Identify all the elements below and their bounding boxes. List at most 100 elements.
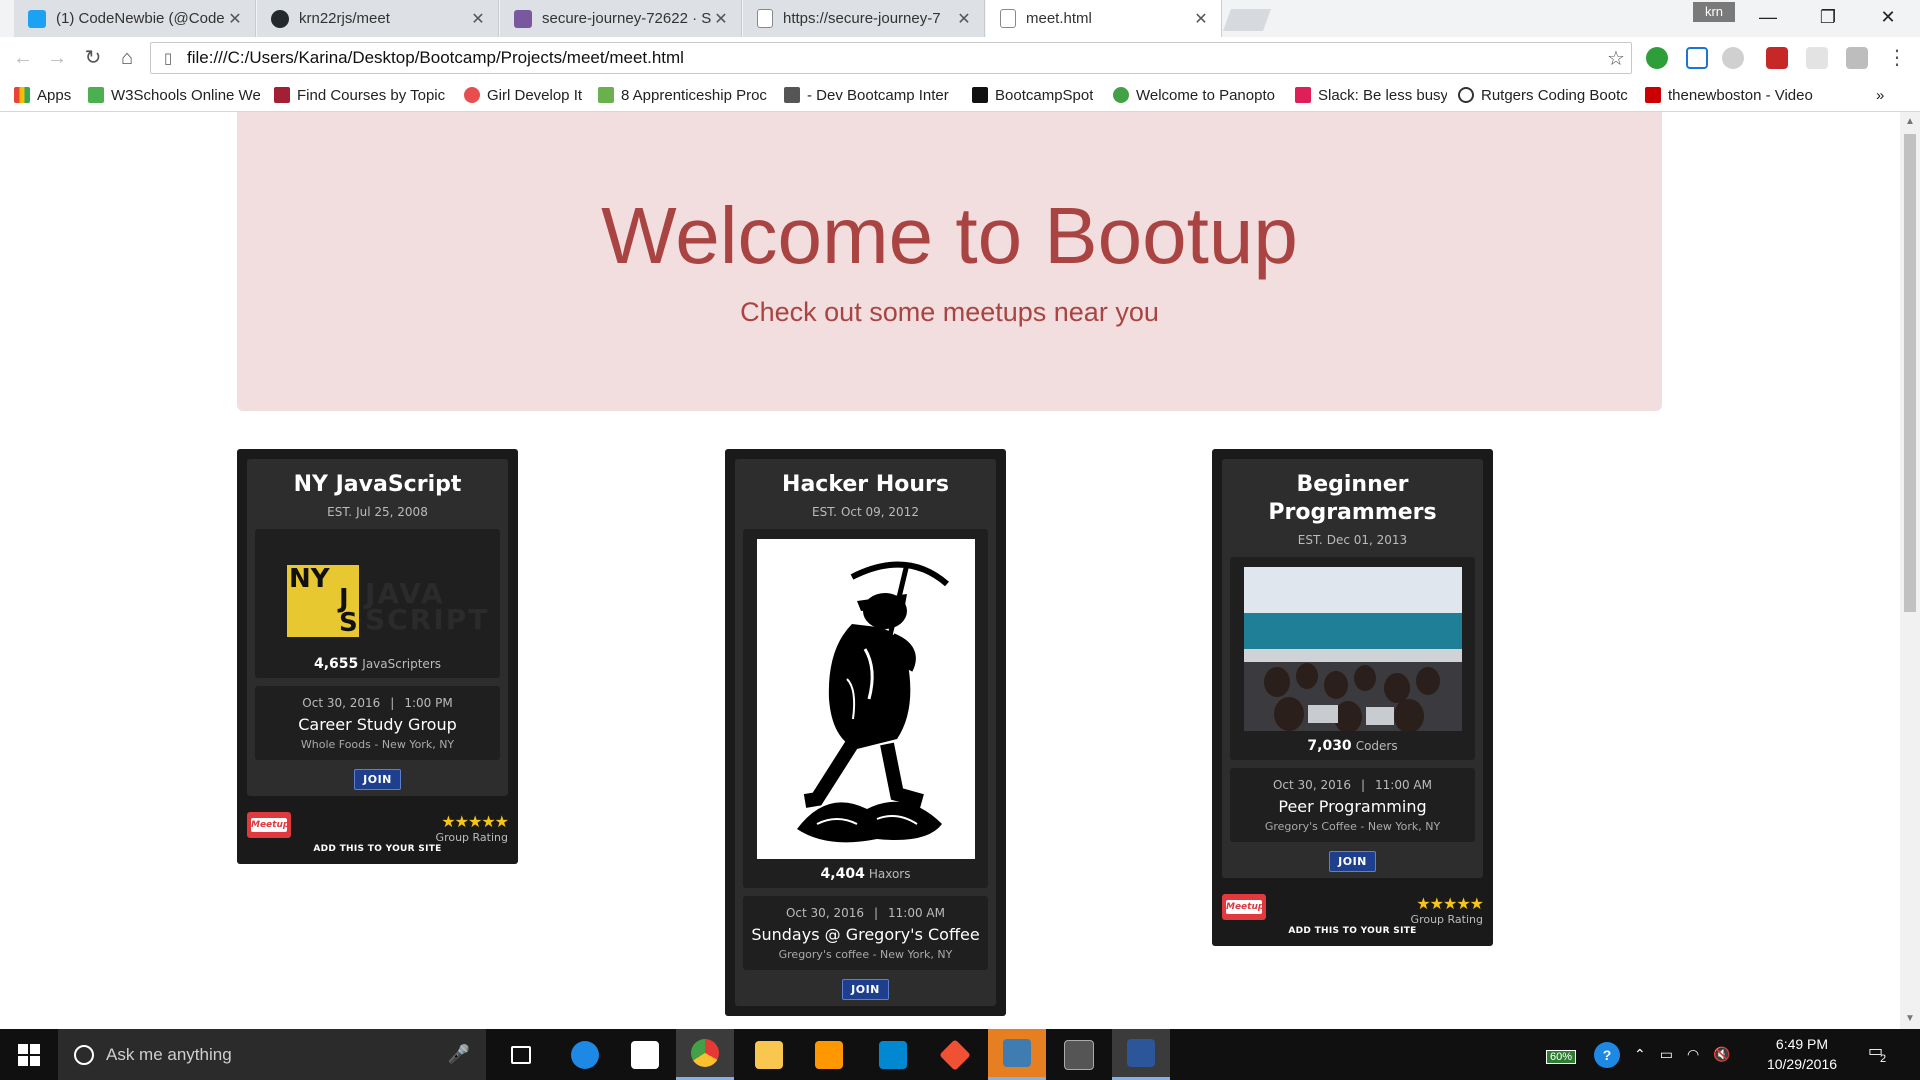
restore-button[interactable]: ❐ [1800,0,1856,34]
bookmarks-overflow-button[interactable]: » [1876,83,1896,107]
close-icon[interactable]: ✕ [470,9,486,29]
event-name[interactable]: Peer Programming [1236,797,1469,816]
extension-w-icon[interactable] [1646,47,1668,69]
bookmark-rutgers[interactable]: Rutgers Coding Bootc [1458,83,1630,107]
event-name[interactable]: Sundays @ Gregory's Coffee [749,925,982,944]
clock-time: 6:49 PM [1775,1036,1829,1052]
tab-secure-journey[interactable]: https://secure-journey-7 ✕ [743,0,985,37]
profile-badge[interactable]: krn [1693,2,1735,22]
event-time: 1:00 PM [404,696,453,710]
wifi-icon[interactable]: ◠ [1687,1046,1699,1063]
chrome-icon[interactable] [676,1029,734,1080]
extension-gray-icon[interactable] [1722,47,1744,69]
cortana-search[interactable]: Ask me anything 🎤 [58,1029,486,1080]
close-icon[interactable]: ✕ [1193,9,1209,29]
terminal-icon[interactable] [1050,1029,1108,1080]
close-icon[interactable]: ✕ [713,9,729,29]
tab-meet-html[interactable]: meet.html ✕ [986,0,1222,37]
miner-illustration[interactable] [756,539,975,859]
classroom-photo[interactable] [1243,567,1462,731]
meetup-widget-beginner-programmers: Beginner Programmers EST. Dec 01, 2013 7… [1212,449,1493,946]
bookmark-bootcampspot[interactable]: BootcampSpot [972,83,1102,107]
task-view-icon[interactable] [492,1029,550,1080]
join-button[interactable]: JOIN [842,979,889,1000]
search-input[interactable]: Ask me anything [106,1045,448,1065]
group-info: 4,404 Haxors [743,529,988,888]
vertical-scrollbar[interactable]: ▲ ▼ [1900,112,1920,1029]
chevron-up-icon[interactable]: ⌃ [1634,1046,1646,1063]
tab-codenewbie[interactable]: (1) CodeNewbie (@Code ✕ [14,0,256,37]
address-bar[interactable]: ▯ file:///C:/Users/Karina/Desktop/Bootca… [150,42,1632,74]
event-date: Oct 30, 2016 [302,696,381,710]
bookmark-thenewboston[interactable]: thenewboston - Video [1645,83,1817,107]
group-name[interactable]: NY JavaScript [255,471,500,499]
bookmark-dev-bootcamp[interactable]: - Dev Bootcamp Inter [784,83,956,107]
tab-github-meet[interactable]: krn22rjs/meet ✕ [257,0,499,37]
w3schools-icon [88,87,104,103]
home-button[interactable]: ⌂ [114,45,140,71]
reload-button[interactable]: ↻ [80,45,106,71]
file-explorer-icon[interactable] [740,1029,798,1080]
new-tab-button[interactable] [1222,9,1272,31]
taskbar-clock[interactable]: 6:49 PM 10/29/2016 [1762,1034,1842,1074]
join-button[interactable]: JOIN [1329,851,1376,872]
forward-button[interactable]: → [44,45,70,71]
scroll-down-icon[interactable]: ▼ [1900,1011,1920,1027]
heroku-icon [514,9,532,28]
bookmark-label: - Dev Bootcamp Inter [807,86,949,104]
logo-ghost-text: JAVA SCRIPT [365,577,490,636]
bookmark-panopto[interactable]: Welcome to Panopto [1113,83,1283,107]
store-icon[interactable] [616,1029,674,1080]
bookmark-label: Apps [37,86,72,104]
start-button[interactable] [0,1029,58,1080]
word-icon[interactable] [1112,1029,1170,1080]
member-count-value: 4,404 [820,866,865,882]
url-text[interactable]: file:///C:/Users/Karina/Desktop/Bootcamp… [187,48,1601,68]
extension-grid-icon[interactable] [1806,47,1828,69]
panopto-icon [1113,87,1129,103]
meetup-widget-ny-javascript: NY JavaScript EST. Jul 25, 2008 NY J S JA… [237,449,518,864]
bookmarks-bar: Apps W3Schools Online We Find Courses by… [0,79,1920,112]
bookmark-star-icon[interactable]: ☆ [1601,46,1631,71]
meetup-logo-icon[interactable]: Meetup [1222,894,1266,920]
scroll-thumb[interactable] [1904,134,1916,612]
meetup-logo-text: Meetup [1226,900,1265,914]
edge-icon[interactable] [556,1029,614,1080]
scroll-up-icon[interactable]: ▲ [1900,114,1920,130]
bookmark-w3schools[interactable]: W3Schools Online We [88,83,260,107]
bookmark-apprenticeship[interactable]: 8 Apprenticeship Proc [598,83,770,107]
event-date: Oct 30, 2016 [1272,778,1351,792]
tab-heroku[interactable]: secure-journey-72622 · S ✕ [500,0,742,37]
bookmark-find-courses[interactable]: Find Courses by Topic [274,83,446,107]
sublime-icon[interactable] [800,1029,858,1080]
join-button[interactable]: JOIN [354,769,401,790]
group-name[interactable]: Hacker Hours [743,471,988,499]
logo-text-s: S [339,608,358,638]
ny-javascript-logo[interactable]: NY J S JAVA SCRIPT [265,539,495,649]
extension-puzzle-icon[interactable] [1846,47,1868,69]
close-icon[interactable]: ✕ [956,9,972,29]
power-icon[interactable]: ▭ [1660,1046,1673,1063]
mysql-workbench-icon[interactable] [988,1029,1046,1080]
microphone-icon[interactable]: 🎤 [448,1044,470,1065]
est-date: Oct 09, 2012 [840,505,919,519]
help-icon[interactable]: ? [1594,1041,1621,1068]
back-button[interactable]: ← [10,45,36,71]
bookmark-slack[interactable]: Slack: Be less busy [1295,83,1447,107]
volume-mute-icon[interactable]: 🔇 [1713,1046,1730,1063]
event-name[interactable]: Career Study Group [261,715,494,734]
member-count: 4,404 Haxors [753,866,978,882]
bookmark-apps[interactable]: Apps [14,83,76,107]
minimize-button[interactable]: — [1740,0,1796,34]
close-icon[interactable]: ✕ [227,9,243,29]
extension-screenshot-icon[interactable] [1686,47,1708,69]
close-window-button[interactable]: ✕ [1860,0,1916,34]
meetup-logo-icon[interactable]: Meetup [247,812,291,838]
git-icon[interactable] [926,1029,984,1080]
bookmark-girl-develop-it[interactable]: Girl Develop It [464,83,588,107]
remote-desktop-icon[interactable] [864,1029,922,1080]
battery-icon[interactable]: 60% [1546,1047,1577,1064]
menu-icon[interactable]: ⋮ [1884,45,1910,71]
extension-red-icon[interactable] [1766,47,1788,69]
group-name[interactable]: Beginner Programmers [1230,471,1475,527]
